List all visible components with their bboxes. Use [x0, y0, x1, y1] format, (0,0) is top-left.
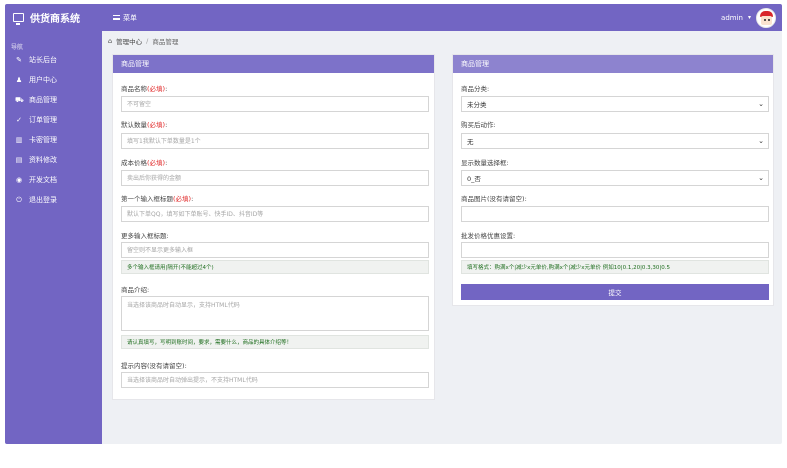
sidebar-item-label: 订单管理: [29, 116, 57, 124]
sidebar-item-label: 用户中心: [29, 76, 57, 84]
chart-icon: ✓: [16, 116, 22, 124]
chevron-down-icon: ⌄: [758, 174, 764, 182]
category-select[interactable]: 未分类 ⌄: [461, 96, 769, 112]
sidebar-item-profile[interactable]: ▤ 资料修改: [15, 154, 57, 166]
sidebar-item-users[interactable]: ♟ 用户中心: [15, 74, 57, 86]
sidebar-item-logout[interactable]: ⏻ 退出登录: [15, 194, 57, 206]
user-menu[interactable]: admin ▾: [721, 4, 776, 31]
sidebar-item-label: 卡密管理: [29, 136, 57, 144]
sidebar: 导航 ✎ 站长后台 ♟ 用户中心 ⛟ 商品管理 ✓ 订单管理 ▥ 卡密管理 ▤ …: [5, 31, 102, 444]
more-input-help: 多个输入框请用|隔开(不能超过4个): [121, 260, 429, 274]
sidebar-item-products[interactable]: ⛟ 商品管理: [15, 94, 57, 106]
qty-label: 默认数量(必填):: [121, 121, 168, 129]
sidebar-item-label: 站长后台: [29, 56, 57, 64]
cost-label: 成本价格(必填):: [121, 159, 168, 167]
first-input-label: 第一个输入框标题(必填):: [121, 195, 194, 203]
intro-label: 商品介绍:: [121, 286, 150, 294]
wrench-icon: ✎: [16, 56, 22, 64]
breadcrumb: ⌂ 管理中心 / 商品管理: [102, 31, 782, 51]
sidebar-item-label: 资料修改: [29, 156, 57, 164]
product-intro-textarea[interactable]: [121, 296, 429, 331]
user-icon: ♟: [15, 76, 23, 84]
sidebar-item-orders[interactable]: ✓ 订单管理: [15, 114, 57, 126]
app-frame: 供货商系统 菜单 admin ▾ 导航 ✎ 站长后台 ♟ 用户中心 ⛟ 商品管理: [5, 4, 782, 444]
menu-toggle-button[interactable]: 菜单: [113, 4, 137, 31]
qty-select-selected-value: 0_否: [467, 175, 481, 183]
brand-title: 供货商系统: [30, 14, 80, 25]
product-image-input[interactable]: [461, 206, 769, 222]
sidebar-item-docs[interactable]: ◉ 开发文档: [15, 174, 57, 186]
discount-label: 批发价格优惠设置:: [461, 232, 516, 240]
product-name-input[interactable]: [121, 96, 429, 112]
wholesale-discount-input[interactable]: [461, 242, 769, 258]
sidebar-heading: 导航: [11, 44, 24, 51]
chevron-down-icon: ⌄: [758, 137, 764, 145]
default-qty-input[interactable]: [121, 133, 429, 149]
category-label: 商品分类:: [461, 85, 490, 93]
show-qty-select[interactable]: 0_否 ⌄: [461, 170, 769, 186]
first-input-title-input[interactable]: [121, 206, 429, 222]
tips-label: 提示内容(没有请留空):: [121, 362, 187, 370]
post-purchase-action-select[interactable]: 无 ⌄: [461, 133, 769, 149]
product-form-panel: 商品管理 商品名称(必填): 默认数量(必填): 成本价格(必填): 第一个输入…: [112, 54, 435, 400]
action-label: 购买后动作:: [461, 121, 496, 129]
avatar[interactable]: [756, 7, 776, 28]
monitor-icon: [13, 13, 24, 25]
caret-down-icon: ▾: [747, 14, 751, 21]
cost-price-input[interactable]: [121, 170, 429, 186]
panel-title: 商品管理: [113, 55, 434, 73]
eye-icon: ◉: [15, 176, 23, 184]
sidebar-item-label: 退出登录: [29, 196, 57, 204]
more-input-label: 更多输入框标题:: [121, 232, 169, 240]
submit-button[interactable]: 提交: [461, 284, 769, 300]
intro-help: 请认真填写，写明到账时间，要求，需要什么，商品的具体介绍等！: [121, 335, 429, 349]
breadcrumb-current: 商品管理: [152, 38, 179, 46]
power-icon: ⏻: [16, 195, 22, 204]
tips-input[interactable]: [121, 372, 429, 388]
username: admin: [721, 13, 743, 22]
card-icon: ▤: [15, 156, 23, 164]
qty-select-label: 显示数量选择框:: [461, 159, 509, 167]
menu-toggle-label: 菜单: [123, 13, 137, 22]
name-label: 商品名称(必填):: [121, 85, 168, 93]
sidebar-item-label: 开发文档: [29, 176, 57, 184]
action-selected-value: 无: [467, 138, 474, 146]
brand[interactable]: 供货商系统: [13, 4, 80, 31]
sidebar-item-cards[interactable]: ▥ 卡密管理: [15, 134, 57, 146]
sidebar-item-admin[interactable]: ✎ 站长后台: [15, 54, 57, 66]
panel-title: 商品管理: [453, 55, 773, 73]
chevron-down-icon: ⌄: [758, 100, 764, 108]
top-bar: 供货商系统 菜单 admin ▾: [5, 4, 782, 31]
product-settings-panel: 商品管理 商品分类: 未分类 ⌄ 购买后动作: 无 ⌄ 显示数量选择框: 0_否…: [452, 54, 774, 306]
category-selected-value: 未分类: [467, 101, 487, 109]
home-icon: ⌂: [108, 37, 113, 45]
image-label: 商品图片(没有请留空):: [461, 195, 527, 203]
breadcrumb-separator: /: [146, 37, 149, 45]
breadcrumb-home[interactable]: 管理中心: [116, 36, 142, 46]
more-input-title-input[interactable]: [121, 242, 429, 258]
sidebar-item-label: 商品管理: [29, 96, 57, 104]
grid-icon: ▥: [15, 136, 23, 144]
discount-help: 填写格式：购满x个|减少x元单价,购满x个|减少x元单价 例如10|0.1,20…: [461, 260, 769, 274]
cart-icon: ⛟: [15, 95, 24, 104]
hamburger-icon: [113, 15, 120, 20]
